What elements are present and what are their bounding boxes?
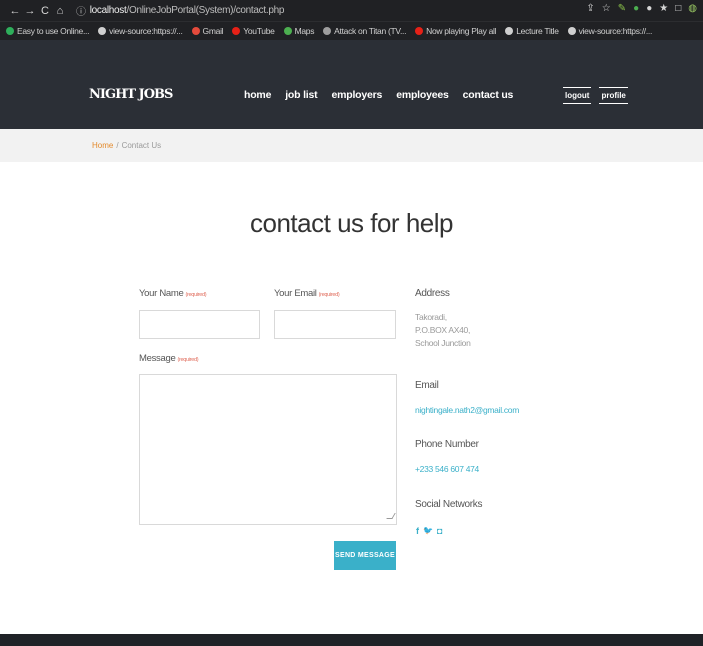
bookmark-item[interactable]: Gmail xyxy=(191,26,224,36)
twitter-icon[interactable]: 🐦 xyxy=(423,526,433,536)
url-host: localhost xyxy=(89,5,127,16)
bookmark-item[interactable]: Lecture Title xyxy=(505,26,559,36)
maps-icon xyxy=(283,27,292,35)
site-header: NIGHT JOBS xyxy=(0,40,703,129)
page-title: contact us for help xyxy=(250,208,453,238)
url-path: /OnlineJobPortal(System)/contact.php xyxy=(126,5,285,16)
reload-icon[interactable]: C xyxy=(38,5,52,17)
extension-pen-icon[interactable]: ✎ xyxy=(618,3,626,14)
s-badge-icon xyxy=(6,27,14,35)
required-tag: (required) xyxy=(318,292,340,298)
browser-toolbar: ← → C ⌂ ⓘ localhost/OnlineJobPortal(Syst… xyxy=(0,0,703,21)
globe-icon xyxy=(505,27,514,35)
bookmark-label: Maps xyxy=(294,26,315,36)
site-logo[interactable]: NIGHT JOBS xyxy=(89,87,173,102)
bookmark-icon xyxy=(323,27,332,35)
gmail-icon xyxy=(191,27,200,35)
profile-avatar-icon[interactable]: ◍ xyxy=(688,3,697,14)
sidebar-icon[interactable]: □ xyxy=(675,3,681,14)
user-nav: logout profile xyxy=(563,87,628,104)
social-links: f 🐦 ◘ xyxy=(416,526,442,536)
bookmark-label: Easy to use Online... xyxy=(17,26,90,36)
back-icon[interactable]: ← xyxy=(8,5,22,17)
bookmark-label: YouTube xyxy=(243,26,275,36)
bookmark-item[interactable]: Easy to use Online... xyxy=(6,26,89,36)
phone-heading: Phone Number xyxy=(415,439,479,450)
extension-green-icon[interactable]: ● xyxy=(633,3,639,14)
address-line: P.O.BOX AX40, xyxy=(415,325,471,335)
youtube-icon xyxy=(415,27,424,35)
bookmark-item[interactable]: Maps xyxy=(283,26,315,36)
extensions-puzzle-icon[interactable]: ★ xyxy=(659,3,668,14)
instagram-icon[interactable]: ◘ xyxy=(437,526,442,536)
address-line: School Junction xyxy=(415,338,471,348)
nav-job-list[interactable]: job list xyxy=(285,89,317,101)
address-line: Takoradi, xyxy=(415,312,447,322)
nav-employers[interactable]: employers xyxy=(331,89,382,101)
site-footer xyxy=(0,634,703,646)
home-icon[interactable]: ⌂ xyxy=(53,5,67,17)
toolbar-icons: ⇪ ☆ ✎ ● ● ★ □ ◍ xyxy=(586,3,697,14)
share-icon[interactable]: ⇪ xyxy=(586,3,594,14)
email-heading: Email xyxy=(415,380,439,391)
breadcrumb-home-link[interactable]: Home xyxy=(92,141,113,150)
breadcrumb: Home / Contact Us xyxy=(92,141,161,150)
nav-contact-us[interactable]: contact us xyxy=(463,89,514,101)
bookmark-label: Lecture Title xyxy=(516,26,559,36)
email-input[interactable] xyxy=(274,310,396,339)
site-info-icon[interactable]: ⓘ xyxy=(76,3,86,18)
bookmark-item[interactable]: view-source:https://... xyxy=(98,26,183,36)
bookmark-item[interactable]: YouTube xyxy=(232,26,275,36)
extension-globe-icon[interactable]: ● xyxy=(646,3,652,14)
send-message-button[interactable]: SEND MESSAGE xyxy=(334,541,396,570)
name-label: Your Name (required) xyxy=(139,288,207,299)
bookmark-item[interactable]: Attack on Titan (TV... xyxy=(323,26,406,36)
phone-link[interactable]: +233 546 607 474 xyxy=(415,464,479,474)
youtube-icon xyxy=(232,27,241,35)
bookmarks-bar: Easy to use Online... view-source:https:/… xyxy=(0,21,703,40)
logout-button[interactable]: logout xyxy=(563,87,592,104)
address-bar[interactable]: ⓘ localhost/OnlineJobPortal(System)/cont… xyxy=(76,3,284,18)
bookmark-item[interactable]: view-source:https://... xyxy=(567,26,653,36)
breadcrumb-bar: Home / Contact Us xyxy=(0,129,703,162)
breadcrumb-separator: / xyxy=(116,141,119,150)
nav-home[interactable]: home xyxy=(244,89,271,101)
bookmark-item[interactable]: Now playing Play all xyxy=(415,26,497,36)
globe-icon xyxy=(567,27,576,35)
main-nav: home job list employers employees contac… xyxy=(244,89,513,101)
bookmark-label: Now playing Play all xyxy=(426,26,497,36)
facebook-icon[interactable]: f xyxy=(416,526,419,536)
email-label: Your Email (required) xyxy=(274,288,340,299)
required-tag: (required) xyxy=(185,292,207,298)
bookmark-label: view-source:https://... xyxy=(109,26,183,36)
address-heading: Address xyxy=(415,288,450,299)
profile-button[interactable]: profile xyxy=(599,87,628,104)
bookmark-label: view-source:https://... xyxy=(578,26,653,36)
message-textarea[interactable] xyxy=(139,374,397,525)
bookmark-label: Gmail xyxy=(202,26,224,36)
name-input[interactable] xyxy=(139,310,260,339)
email-link[interactable]: nightingale.nath2@gmail.com xyxy=(415,405,519,415)
social-heading: Social Networks xyxy=(415,499,483,510)
message-label: Message (required) xyxy=(139,353,199,364)
breadcrumb-current: Contact Us xyxy=(121,141,162,150)
globe-icon xyxy=(98,27,107,35)
forward-icon[interactable]: → xyxy=(23,5,37,17)
bookmark-label: Attack on Titan (TV... xyxy=(334,26,407,36)
nav-employees[interactable]: employees xyxy=(396,89,449,101)
bookmark-star-icon[interactable]: ☆ xyxy=(602,3,611,14)
required-tag: (required) xyxy=(177,357,199,363)
